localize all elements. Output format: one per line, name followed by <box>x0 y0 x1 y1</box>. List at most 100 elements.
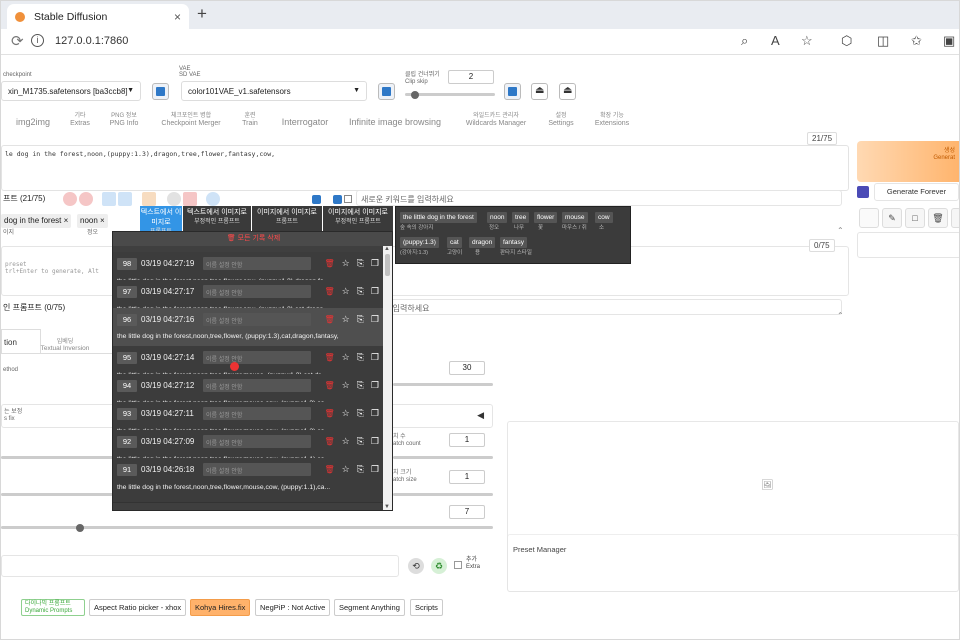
tab-infinite-image-browsing[interactable]: Infinite image browsing <box>345 113 445 128</box>
tab-img2img[interactable]: img2img <box>13 113 53 128</box>
history-item-name-input[interactable]: 이름 설정 안함 <box>203 463 311 476</box>
tab-extensions[interactable]: 확장 기능 Extensions <box>591 113 633 128</box>
copy-icon[interactable]: ❐ <box>371 379 379 392</box>
random-seed-icon[interactable]: ⟲ <box>408 558 424 574</box>
neg-tag-input-field[interactable]: 키워드를 입력하세요 <box>356 299 842 315</box>
chip-close-icon[interactable]: × <box>64 216 69 225</box>
scripts-button[interactable]: Scripts <box>410 599 443 616</box>
scroll-thumb[interactable] <box>385 254 390 276</box>
copy-icon[interactable]: ❐ <box>371 435 379 448</box>
delete-icon[interactable]: 🗑 <box>324 313 334 326</box>
history-item-name-input[interactable]: 이름 설정 안함 <box>203 285 311 298</box>
collections-icon[interactable]: ▣ <box>943 33 955 49</box>
vae-dropdown[interactable]: color101VAE_v1.safetensors ▼ <box>181 81 367 101</box>
grid-icon[interactable] <box>142 192 156 206</box>
favorite-icon[interactable]: ☆ <box>801 33 813 49</box>
history-item-name-input[interactable]: 이름 설정 안함 <box>203 379 311 392</box>
apply-icon[interactable]: ⎘ <box>357 313 364 326</box>
checkpoint-dropdown[interactable]: xin_M1735.safetensors [ba3ccb8] ▼ <box>1 81 141 101</box>
refresh-checkpoint-button[interactable] <box>152 83 169 100</box>
category-tab-txt2img-negative[interactable]: 텍스트에서 이미지로 부정적인 프롬프트 <box>183 206 251 231</box>
apply-icon[interactable]: ⎘ <box>357 351 364 364</box>
tab-checkpoint-merger[interactable]: 체크포인트 병합 Checkpoint Merger <box>155 113 227 128</box>
aspect-ratio-button[interactable]: Aspect Ratio picker - xhox <box>89 599 187 616</box>
zoom-icon[interactable]: ⌕ <box>741 33 748 49</box>
copy-icon[interactable] <box>102 192 116 206</box>
delete-icon[interactable]: 🗑 <box>324 285 334 298</box>
apply-button[interactable] <box>504 83 521 100</box>
batch-count-input[interactable]: 1 <box>449 433 485 447</box>
trash-button[interactable]: 🗑 <box>928 208 948 228</box>
copy-icon[interactable]: ❐ <box>371 257 379 270</box>
tab-settings[interactable]: 설정 Settings <box>545 113 577 128</box>
tab-interrogator[interactable]: Interrogator <box>277 113 333 128</box>
square-icon[interactable]: □ <box>905 208 925 228</box>
tag-chip[interactable]: dragon <box>469 237 496 248</box>
upload-alt-button[interactable]: ⏏ <box>559 83 576 100</box>
apply-icon[interactable]: ⎘ <box>357 435 364 448</box>
steps-input[interactable]: 30 <box>449 361 485 375</box>
history-item-name-input[interactable]: 이름 설정 안함 <box>203 407 311 420</box>
copy-icon[interactable]: ❐ <box>371 351 379 364</box>
url-field[interactable]: 127.0.0.1:7860 <box>55 35 128 47</box>
apply-icon[interactable]: ⎘ <box>357 463 364 476</box>
tab-close-icon[interactable]: × <box>174 10 181 24</box>
star-icon[interactable]: ☆ <box>342 379 350 392</box>
tag-chip[interactable]: tree <box>512 212 530 223</box>
cfg-scale-input[interactable]: 7 <box>449 505 485 519</box>
tag-input-field[interactable]: 새로운 키워드를 입력하세요 <box>356 190 842 206</box>
cfg-scale-knob[interactable] <box>76 524 84 532</box>
prompt-chip-1[interactable]: dog in the forest × <box>1 214 72 228</box>
tag-chip[interactable]: cow <box>595 212 613 223</box>
delete-icon[interactable]: 🗑 <box>324 257 334 270</box>
star-icon[interactable]: ☆ <box>342 285 350 298</box>
collapse-icon[interactable]: ⌃ <box>837 226 844 235</box>
blank-button[interactable] <box>859 208 879 228</box>
negpip-button[interactable]: NegPiP : Not Active <box>255 599 331 616</box>
star-icon[interactable]: ☆ <box>342 257 350 270</box>
tag-chip[interactable]: the little dog in the forest <box>400 212 477 223</box>
batch-count-slider[interactable] <box>393 456 493 459</box>
extension-icon[interactable]: ⬡ <box>841 33 852 49</box>
copy-icon[interactable]: ❐ <box>371 463 379 476</box>
prompt-textarea[interactable]: le dog in the forest,noon,(puppy:1.3),dr… <box>1 145 849 191</box>
delete-icon[interactable]: 🗑 <box>324 351 334 364</box>
tab-extras[interactable]: 기타 Extras <box>65 113 95 128</box>
star-icon[interactable]: ☆ <box>342 351 350 364</box>
prompt-chip-2[interactable]: noon × <box>77 214 108 228</box>
category-tab-img2img-negative[interactable]: 이미지에서 이미지로 부정적인 프롬프트 <box>323 206 393 231</box>
tag-chip[interactable]: mouse <box>562 212 588 223</box>
split-screen-icon[interactable]: ◫ <box>877 33 889 49</box>
back-icon[interactable]: ⟳ <box>11 32 24 50</box>
pencil-icon[interactable]: ✎ <box>882 208 902 228</box>
history-item[interactable]: 91 03/19 04:26:18 이름 설정 안함 🗑 ☆ ⎘ ❐ the little d… <box>113 458 385 503</box>
tab-wildcards-manager[interactable]: 와일드카드 관리자 Wildcards Manager <box>461 113 531 128</box>
collapse-icon-2[interactable]: ⌃ <box>837 311 844 320</box>
clip-skip-slider-knob[interactable] <box>411 91 419 99</box>
kohya-hires-fix-button[interactable]: Kohya Hires.fix <box>190 599 251 616</box>
scroll-up-icon[interactable]: ▲ <box>384 246 390 252</box>
star-icon[interactable]: ☆ <box>342 407 350 420</box>
delete-icon[interactable]: 🗑 <box>324 379 334 392</box>
checkbox-checked-2[interactable] <box>333 195 342 204</box>
copy-icon[interactable]: ❐ <box>371 313 379 326</box>
more-button[interactable] <box>951 208 959 228</box>
steps-slider[interactable] <box>393 383 493 386</box>
clip-skip-input[interactable]: 2 <box>448 70 494 84</box>
tag-chip[interactable]: noon <box>487 212 508 223</box>
width-slider[interactable] <box>1 456 113 459</box>
checkbox-checked[interactable] <box>312 195 321 204</box>
delete-icon[interactable]: 🗑 <box>324 435 334 448</box>
history-item-name-input[interactable]: 이름 설정 안함 <box>203 435 311 448</box>
height-slider[interactable] <box>1 493 113 496</box>
scroll-down-icon[interactable]: ▼ <box>384 504 390 510</box>
favorites-bar-icon[interactable]: ✩ <box>911 33 922 49</box>
upload-button[interactable]: ⏏ <box>531 83 548 100</box>
chip-close-icon[interactable]: × <box>100 216 105 225</box>
copy-icon[interactable]: ❐ <box>371 407 379 420</box>
batch-size-slider[interactable] <box>393 493 493 496</box>
reuse-seed-icon[interactable]: ♻ <box>431 558 447 574</box>
translate-icon[interactable] <box>206 192 220 206</box>
tag-chip[interactable]: flower <box>534 212 558 223</box>
category-tab-txt2img-prompt[interactable]: 텍스트에서 이미지로프롬프트 <box>140 206 182 235</box>
